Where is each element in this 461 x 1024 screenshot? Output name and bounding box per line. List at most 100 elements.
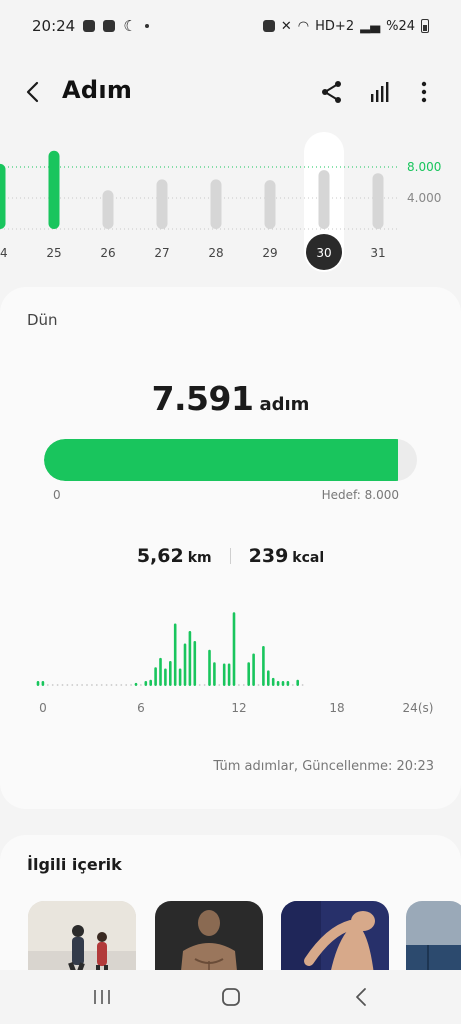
week-bar-24[interactable] [0, 163, 6, 229]
notification-icon-2 [103, 20, 116, 32]
hour-empty-dot [218, 684, 221, 686]
hour-empty-dot [291, 684, 294, 686]
stats-divider [229, 548, 231, 564]
hour-bar [213, 662, 216, 686]
hour-bar [169, 661, 172, 686]
hour-empty-dot [130, 684, 133, 686]
more-vertical-icon [421, 81, 427, 103]
hour-empty-dot [76, 684, 79, 686]
week-day-label-28[interactable]: 28 [208, 246, 223, 260]
hour-bar [164, 668, 167, 686]
weekly-steps-chart[interactable]: 8.000 4.000 24 25 26 27 28 29 30 31 [0, 130, 461, 275]
distance-unit: km [187, 550, 212, 566]
home-button[interactable] [214, 980, 248, 1014]
step-count-unit: adım [259, 394, 310, 415]
wifi-icon: ◠ [297, 18, 310, 34]
related-title: İlgili içerik [27, 855, 122, 874]
week-day-label-31[interactable]: 31 [370, 246, 385, 260]
hour-bar [271, 677, 275, 686]
chevron-left-icon [26, 81, 39, 103]
goal-axis-label: 8.000 [407, 160, 441, 174]
nav-back-button[interactable] [344, 980, 378, 1014]
hour-empty-dot [91, 684, 93, 686]
hour-tick-label: 24(s) [403, 701, 434, 715]
week-bar-29[interactable] [264, 180, 276, 229]
activity-stats: 5,62 km 239 kcal [0, 545, 461, 567]
week-day-label-26[interactable]: 26 [100, 246, 115, 260]
hour-empty-dot [110, 684, 113, 686]
notification-icon [83, 20, 96, 32]
hour-bar [208, 649, 211, 686]
week-bar-27[interactable] [156, 179, 168, 229]
hour-bar [193, 641, 197, 686]
hour-empty-dot [242, 684, 245, 686]
signal-icon: ▂▄ [360, 18, 381, 34]
week-bar-30[interactable] [318, 170, 330, 229]
calories-unit: kcal [292, 550, 325, 566]
battery-percent: %24 [386, 18, 415, 34]
back-button[interactable] [18, 76, 50, 108]
week-day-label-27[interactable]: 27 [154, 246, 169, 260]
week-day-label-29[interactable]: 29 [262, 246, 277, 260]
week-bar-28[interactable] [210, 179, 222, 229]
hour-empty-dot [56, 684, 59, 686]
day-summary-card: Dün 7.591 adım 0 Hedef: 8.000 5,62 km 239 k… [0, 287, 461, 809]
hour-empty-dot [46, 684, 49, 686]
hour-empty-dot [81, 684, 83, 686]
share-icon [322, 81, 341, 103]
hour-bar [178, 668, 182, 686]
week-day-label-30[interactable]: 30 [316, 246, 331, 260]
system-nav-bar [0, 970, 461, 1024]
stats-button[interactable] [364, 76, 396, 108]
hour-tick-label: 0 [39, 701, 47, 715]
hour-empty-dot [301, 684, 304, 686]
recent-apps-icon [94, 990, 110, 1004]
nav-back-icon [356, 988, 366, 1006]
hour-bar [173, 623, 177, 686]
week-bar-31[interactable] [372, 173, 384, 229]
battery-icon [421, 19, 429, 33]
bar-chart-icon [371, 82, 389, 102]
progress-min-label: 0 [53, 488, 61, 502]
weekly-chart-svg: 8.000 4.000 24 25 26 27 28 29 30 31 [0, 132, 441, 272]
hour-empty-dot [120, 684, 123, 686]
calories-value: 239 [248, 545, 289, 567]
hour-bar [281, 681, 285, 686]
hour-empty-dot [257, 684, 260, 686]
hour-bar [149, 679, 152, 686]
share-button[interactable] [316, 76, 348, 108]
hourly-steps-chart[interactable]: 0 6 12 18 24(s) [0, 605, 461, 725]
more-notifications-icon [144, 24, 149, 28]
hour-empty-dot [95, 684, 98, 686]
hour-bar [159, 657, 162, 686]
page-title: Adım [62, 76, 133, 104]
hour-empty-dot [71, 684, 74, 686]
week-day-label-24[interactable]: 24 [0, 246, 8, 260]
recent-apps-button[interactable] [85, 980, 119, 1014]
hour-tick-label: 6 [137, 701, 145, 715]
alarm-icon [262, 20, 275, 32]
status-bar: 20:24 ☾ ✕ ◠ HD+2 ▂▄ %24 [0, 0, 461, 52]
hour-bar [267, 670, 270, 686]
moon-icon: ☾ [123, 17, 137, 35]
hour-bar [144, 681, 148, 686]
more-options-button[interactable] [408, 76, 440, 108]
hour-empty-dot [51, 684, 54, 686]
hour-bar [247, 662, 250, 686]
hour-bar [41, 681, 45, 686]
hour-empty-dot [125, 684, 128, 686]
day-label: Dün [27, 311, 58, 329]
updated-text: Tüm adımlar, Güncellenme: 20:23 [213, 759, 434, 774]
step-count: 7.591 adım [0, 379, 461, 418]
hour-bar [262, 646, 265, 686]
week-bar-26[interactable] [102, 190, 114, 229]
hour-tick-label: 18 [329, 701, 344, 715]
week-day-label-25[interactable]: 25 [46, 246, 61, 260]
hour-empty-dot [100, 684, 103, 686]
hour-bar [222, 663, 226, 686]
mute-icon: ✕ [280, 18, 292, 34]
hour-bar [188, 631, 192, 686]
hour-bar [227, 663, 231, 686]
hour-empty-dot [115, 684, 118, 686]
week-bar-25[interactable] [48, 150, 60, 229]
